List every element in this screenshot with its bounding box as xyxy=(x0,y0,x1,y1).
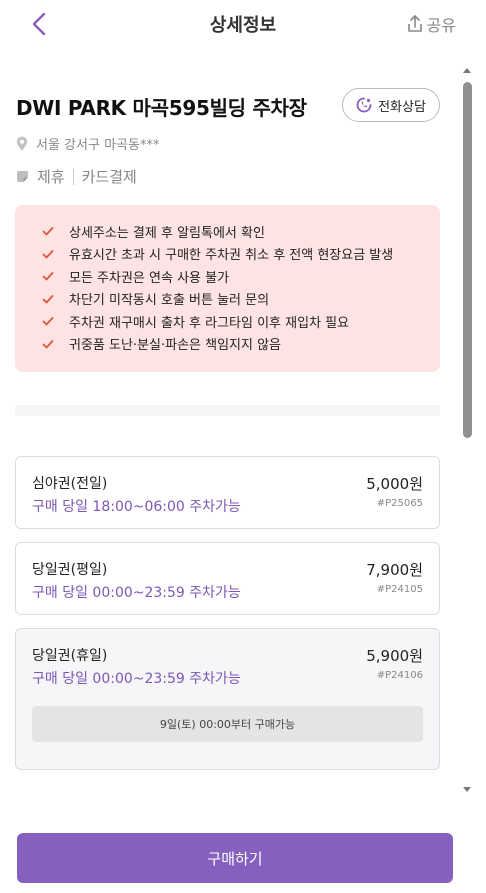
share-button[interactable]: 공유 xyxy=(407,12,456,36)
ticket-card[interactable]: 심야권(전일) 5,000원 구매 당일 18:00~06:00 주차가능 #P… xyxy=(15,456,440,529)
ticket-name: 당일권(평일) xyxy=(32,562,108,578)
notice-text: 귀중품 도난·분실·파손은 책임지지 않음 xyxy=(69,338,282,354)
section-divider xyxy=(15,405,440,416)
notice-text: 차단기 미작동시 호출 버튼 눌러 문의 xyxy=(69,293,270,309)
scroll-up-arrow-icon[interactable] xyxy=(463,68,471,73)
tag-divider xyxy=(72,168,74,185)
phone-icon xyxy=(356,97,372,113)
tag-list: 제휴 카드결제 xyxy=(16,166,137,187)
notice-item: 유효시간 초과 시 구매한 주차권 취소 후 전액 현장요금 발생 xyxy=(41,243,440,266)
ticket-time: 구매 당일 00:00~23:59 주차가능 xyxy=(32,585,241,601)
share-label: 공유 xyxy=(426,16,456,35)
location-pin-icon xyxy=(16,136,28,151)
notice-item: 차단기 미작동시 호출 버튼 눌러 문의 xyxy=(41,288,440,311)
check-icon xyxy=(42,339,54,349)
tag-affiliate: 제휴 xyxy=(37,168,65,186)
check-icon xyxy=(42,317,54,326)
notice-text: 유효시간 초과 시 구매한 주차권 취소 후 전액 현장요금 발생 xyxy=(69,248,394,264)
ticket-card-disabled: 당일권(휴일) 5,900원 구매 당일 00:00~23:59 주차가능 #P… xyxy=(15,628,440,770)
address: 서울 강서구 마곡동*** xyxy=(16,134,159,153)
notice-text: 주차권 재구매시 출차 후 라그타임 이후 재입차 필요 xyxy=(69,315,350,331)
notice-item: 모든 주차권은 연속 사용 불가 xyxy=(41,265,440,288)
ticket-name: 심야권(전일) xyxy=(32,476,108,492)
ticket-time: 구매 당일 00:00~23:59 주차가능 xyxy=(32,671,241,687)
check-icon xyxy=(42,294,54,304)
ticket-name: 당일권(휴일) xyxy=(32,648,108,664)
tag-icon xyxy=(17,171,28,182)
check-icon xyxy=(42,227,54,236)
header: 상세정보 공유 xyxy=(0,0,486,48)
ticket-price: 5,000원 xyxy=(366,475,423,493)
notice-text: 상세주소는 결제 후 알림톡에서 확인 xyxy=(69,225,265,241)
ticket-code: #P24106 xyxy=(376,670,423,681)
notice-item: 상세주소는 결제 후 알림톡에서 확인 xyxy=(41,220,440,243)
notice-text: 모든 주차권은 연속 사용 불가 xyxy=(69,270,230,286)
notice-box: 상세주소는 결제 후 알림톡에서 확인 유효시간 초과 시 구매한 주차권 취소… xyxy=(15,205,440,372)
ticket-code: #P24105 xyxy=(376,584,423,595)
buy-button[interactable]: 구매하기 xyxy=(17,833,453,883)
ticket-card[interactable]: 당일권(평일) 7,900원 구매 당일 00:00~23:59 주차가능 #P… xyxy=(15,542,440,615)
parking-lot-name: DWI PARK 마곡595빌딩 주차장 xyxy=(16,96,307,120)
ticket-price: 7,900원 xyxy=(366,561,423,579)
ticket-time: 구매 당일 18:00~06:00 주차가능 xyxy=(32,499,241,515)
ticket-price: 5,900원 xyxy=(366,647,423,665)
tag-card-payment: 카드결제 xyxy=(81,168,137,186)
address-text: 서울 강서구 마곡동*** xyxy=(36,138,160,153)
ticket-availability-notice: 9일(토) 00:00부터 구매가능 xyxy=(32,706,423,742)
share-icon xyxy=(407,15,422,32)
call-button[interactable]: 전화상담 xyxy=(342,88,440,122)
scroll-down-arrow-icon[interactable] xyxy=(463,787,471,792)
ticket-code: #P25065 xyxy=(376,498,423,509)
notice-item: 귀중품 도난·분실·파손은 책임지지 않음 xyxy=(41,333,440,356)
notice-item: 주차권 재구매시 출차 후 라그타임 이후 재입차 필요 xyxy=(41,310,440,333)
check-icon xyxy=(42,272,54,281)
check-icon xyxy=(42,249,54,259)
call-label: 전화상담 xyxy=(378,99,426,115)
scrollbar-thumb[interactable] xyxy=(463,82,472,438)
